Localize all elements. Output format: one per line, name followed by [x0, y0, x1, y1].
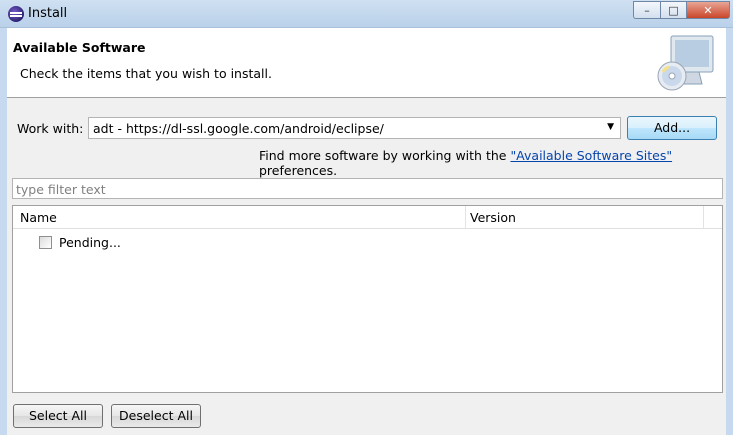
- tree-header: Name Version: [13, 206, 722, 229]
- column-version[interactable]: Version: [467, 206, 704, 229]
- page-title: Available Software: [13, 40, 146, 55]
- window-frame-right: [726, 28, 733, 435]
- window-title: Install: [28, 6, 68, 21]
- close-button[interactable]: ✕: [686, 1, 730, 19]
- pending-checkbox[interactable]: [39, 235, 52, 249]
- find-more-suffix: preferences.: [259, 163, 338, 178]
- window-controls: – □ ✕: [633, 1, 730, 19]
- select-all-button[interactable]: Select All: [13, 404, 103, 428]
- find-more-prefix: Find more software by working with the: [259, 148, 511, 163]
- filter-placeholder: type filter text: [16, 182, 106, 197]
- tree-row-label: Pending...: [59, 234, 121, 250]
- computer-disc-icon: [657, 35, 714, 91]
- title-bar: Install – □ ✕: [0, 0, 733, 28]
- add-button[interactable]: Add...: [627, 116, 717, 140]
- tree-row[interactable]: Pending...: [39, 233, 121, 251]
- software-tree[interactable]: Name Version Pending...: [12, 205, 723, 393]
- minimize-button[interactable]: –: [633, 1, 660, 19]
- work-with-label: Work with:: [17, 121, 84, 136]
- work-with-combo[interactable]: adt - https://dl-ssl.google.com/android/…: [88, 117, 621, 139]
- maximize-button[interactable]: □: [660, 1, 686, 19]
- column-name[interactable]: Name: [13, 206, 466, 229]
- filter-input[interactable]: type filter text: [12, 178, 723, 199]
- deselect-all-button[interactable]: Deselect All: [111, 404, 201, 428]
- window-frame-left: [0, 28, 7, 435]
- chevron-down-icon[interactable]: ▼: [607, 122, 614, 132]
- page-description: Check the items that you wish to install…: [20, 66, 272, 81]
- work-with-value: adt - https://dl-ssl.google.com/android/…: [93, 121, 384, 136]
- find-more-text: Find more software by working with the "…: [259, 148, 733, 178]
- eclipse-icon: [8, 6, 24, 22]
- dialog-header: Available Software Check the items that …: [7, 28, 726, 98]
- available-software-sites-link[interactable]: "Available Software Sites": [510, 148, 672, 163]
